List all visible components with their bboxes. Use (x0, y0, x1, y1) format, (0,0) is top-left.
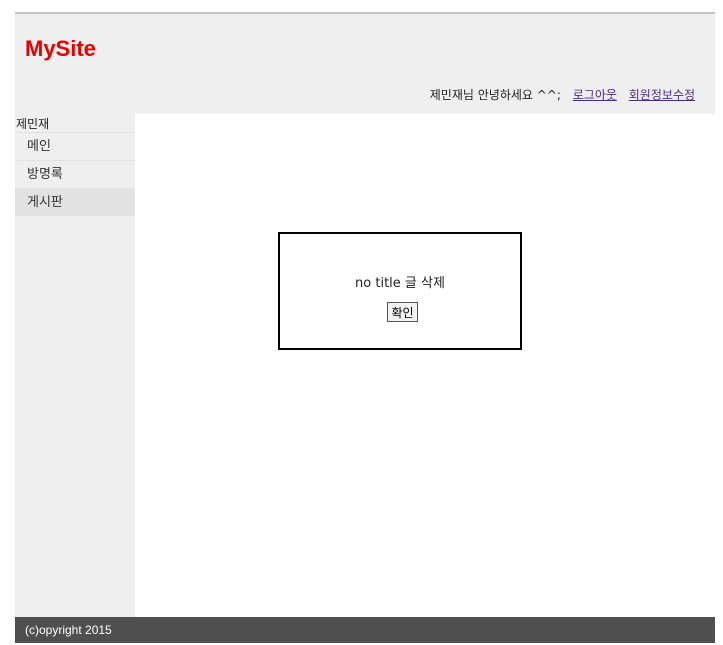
site-logo[interactable]: MySite (25, 36, 96, 62)
dialog-message: no title 글 삭제 (355, 276, 445, 291)
edit-profile-link[interactable]: 회원정보수정 (629, 88, 695, 102)
sidebar-item-guestbook[interactable]: 방명록 (15, 160, 135, 188)
delete-confirm-dialog: no title 글 삭제 확인 (278, 232, 522, 350)
sidebar-item-board[interactable]: 게시판 (15, 188, 135, 216)
site-footer: (c)opyright 2015 (15, 617, 715, 643)
sidebar-user-name: 제민재 (16, 117, 50, 131)
sidebar: 제민재 메인 방명록 게시판 (15, 114, 135, 617)
copyright-text: (c)opyright 2015 (25, 623, 112, 637)
confirm-button[interactable]: 확인 (387, 302, 418, 322)
user-area: 제민재님 안녕하세요 ^^; 로그아웃 회원정보수정 (430, 86, 695, 103)
main-content: no title 글 삭제 확인 (135, 114, 715, 617)
greeting-text: 제민재님 안녕하세요 ^^; (429, 88, 561, 102)
logout-link[interactable]: 로그아웃 (573, 88, 617, 102)
site-header: MySite 제민재님 안녕하세요 ^^; 로그아웃 회원정보수정 (15, 14, 715, 114)
sidebar-item-main[interactable]: 메인 (15, 132, 135, 160)
